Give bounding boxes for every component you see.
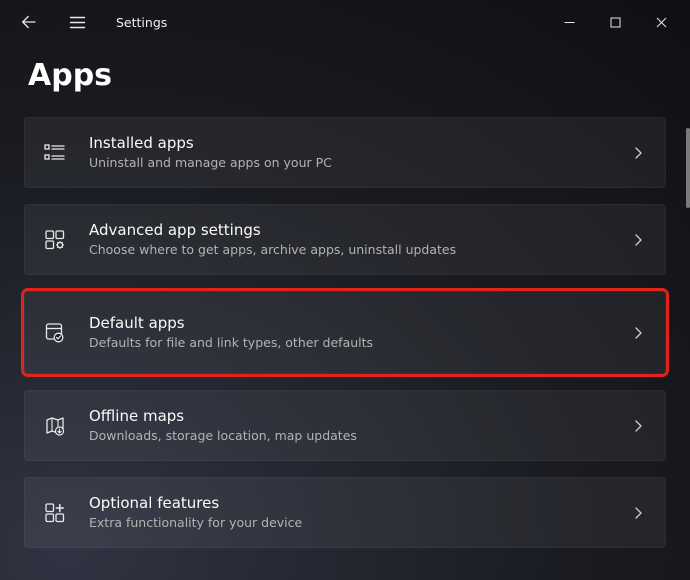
row-title: Default apps — [89, 314, 629, 333]
offline-maps-icon — [41, 412, 69, 440]
row-installed-apps[interactable]: Installed apps Uninstall and manage apps… — [24, 117, 666, 188]
nav-menu-button[interactable] — [62, 7, 92, 37]
window-title: Settings — [116, 15, 167, 30]
row-title: Advanced app settings — [89, 221, 629, 240]
back-button[interactable] — [14, 7, 44, 37]
optional-features-icon — [41, 499, 69, 527]
row-advanced-app-settings[interactable]: Advanced app settings Choose where to ge… — [24, 204, 666, 275]
row-subtitle: Uninstall and manage apps on your PC — [89, 155, 629, 171]
maximize-icon — [610, 17, 621, 28]
row-default-apps[interactable]: Default apps Defaults for file and link … — [24, 291, 666, 374]
row-subtitle: Choose where to get apps, archive apps, … — [89, 242, 629, 258]
advanced-settings-icon — [41, 226, 69, 254]
default-apps-icon — [41, 319, 69, 347]
row-title: Optional features — [89, 494, 629, 513]
installed-apps-icon — [41, 139, 69, 167]
chevron-right-icon — [629, 324, 647, 342]
row-subtitle: Extra functionality for your device — [89, 515, 629, 531]
row-title: Offline maps — [89, 407, 629, 426]
scrollbar[interactable] — [686, 128, 690, 208]
page-title: Apps — [28, 58, 690, 93]
row-title: Installed apps — [89, 134, 629, 153]
chevron-right-icon — [629, 417, 647, 435]
minimize-icon — [564, 17, 575, 28]
hamburger-icon — [69, 14, 86, 31]
maximize-button[interactable] — [592, 6, 638, 38]
row-subtitle: Downloads, storage location, map updates — [89, 428, 629, 444]
arrow-left-icon — [21, 14, 37, 30]
row-subtitle: Defaults for file and link types, other … — [89, 335, 629, 351]
minimize-button[interactable] — [546, 6, 592, 38]
titlebar: Settings — [0, 0, 690, 44]
chevron-right-icon — [629, 144, 647, 162]
settings-list: Installed apps Uninstall and manage apps… — [0, 117, 690, 548]
close-button[interactable] — [638, 6, 684, 38]
close-icon — [656, 17, 667, 28]
row-optional-features[interactable]: Optional features Extra functionality fo… — [24, 477, 666, 548]
row-offline-maps[interactable]: Offline maps Downloads, storage location… — [24, 390, 666, 461]
chevron-right-icon — [629, 504, 647, 522]
chevron-right-icon — [629, 231, 647, 249]
